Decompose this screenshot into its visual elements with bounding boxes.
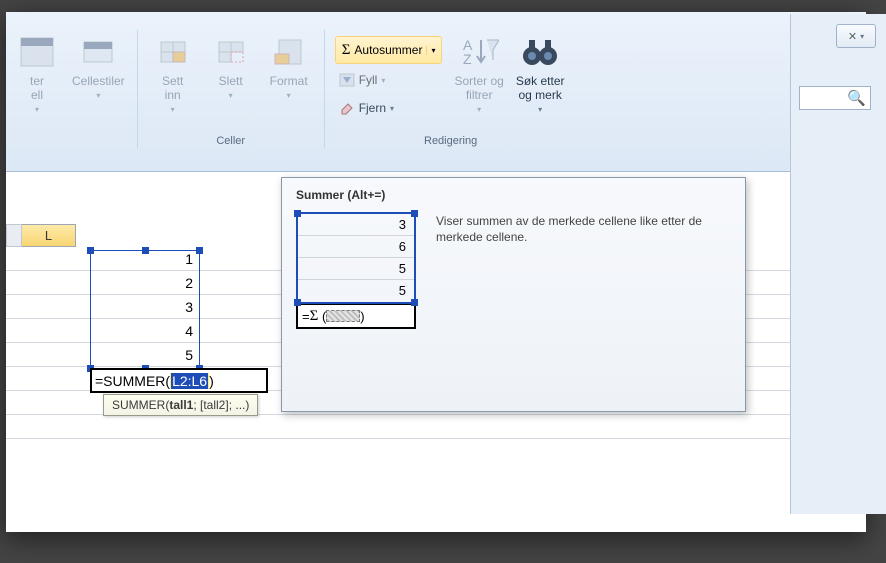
fyll-button[interactable]: Fyll▾ — [335, 68, 443, 92]
active-formula-cell[interactable]: =SUMMER(L2:L6) — [90, 368, 268, 393]
formula-range: L2:L6 — [171, 373, 208, 389]
formula-text-end: ) — [209, 373, 214, 389]
slett-button[interactable]: Slett▾ — [202, 30, 260, 105]
sorter-filtrer-button[interactable]: AZ Sorter og filtrer▾ — [448, 30, 509, 119]
tooltip-thumbnail: 3 6 5 5 =Σ () — [296, 212, 416, 329]
side-pane: ✕ ▾ 🔍 — [790, 14, 886, 514]
autosum-tooltip: Summer (Alt+=) 3 6 5 5 =Σ () Viser summe… — [281, 177, 746, 412]
format-cells-icon — [267, 32, 311, 72]
column-header-l[interactable]: L — [22, 224, 76, 247]
ribbon-styles-partial[interactable]: terell▾ — [8, 30, 66, 119]
pane-close-button[interactable]: ✕ ▾ — [836, 24, 876, 48]
format-button[interactable]: Format▾ — [260, 30, 318, 105]
autosum-button[interactable]: Σ Autosummer ▾ — [335, 36, 443, 64]
ribbon: terell▾ Cellestiler▾ — [6, 12, 866, 172]
close-icon: ✕ — [848, 30, 857, 43]
insert-cells-icon — [151, 32, 195, 72]
fill-icon — [339, 73, 355, 87]
sigma-icon: Σ — [310, 308, 319, 325]
fjern-button[interactable]: Fjern▾ — [335, 96, 443, 120]
svg-text:Z: Z — [463, 51, 472, 67]
autosum-label: Autosummer — [354, 43, 422, 57]
cell-style-icon — [76, 32, 120, 72]
column-header-partial[interactable] — [6, 224, 22, 247]
binoculars-icon — [518, 32, 562, 72]
delete-cells-icon — [209, 32, 253, 72]
sigma-icon: Σ — [342, 42, 351, 59]
formula-text: =SUMMER( — [95, 373, 170, 389]
autosum-dropdown[interactable]: ▾ — [426, 46, 435, 55]
group-label-redigering: Redigering — [331, 132, 571, 148]
table-style-icon — [15, 32, 59, 72]
eraser-icon — [339, 101, 355, 115]
sett-inn-button[interactable]: Sett inn▾ — [144, 30, 202, 119]
cellestiler-button[interactable]: Cellestiler▾ — [66, 30, 131, 105]
sort-filter-icon: AZ — [457, 32, 501, 72]
chevron-down-icon: ▾ — [860, 32, 864, 41]
tooltip-description: Viser summen av de merkede cellene like … — [436, 212, 731, 329]
function-signature-tooltip: SUMMER(tall1; [tall2]; ...) — [103, 394, 258, 416]
selection-marquee — [90, 250, 200, 369]
tooltip-title: Summer (Alt+=) — [296, 188, 731, 202]
sok-merk-button[interactable]: Søk etter og merk▾ — [510, 30, 571, 119]
search-icon: 🔍 — [847, 89, 866, 107]
pane-search-box[interactable]: 🔍 — [799, 86, 871, 110]
group-label-celler: Celler — [144, 132, 318, 148]
